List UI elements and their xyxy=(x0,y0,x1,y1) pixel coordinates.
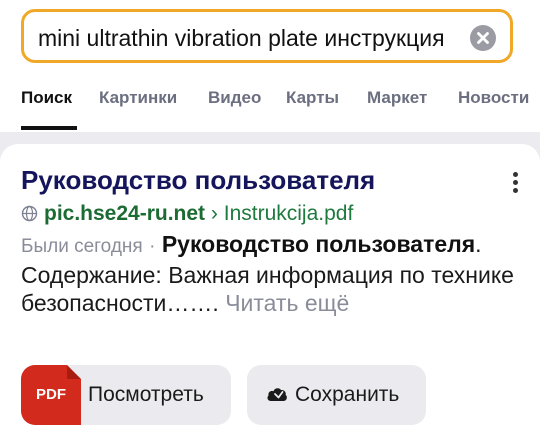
cloud-save-icon xyxy=(266,385,288,408)
tab-news[interactable]: Новости xyxy=(458,88,529,108)
read-more-link[interactable]: Читать ещё xyxy=(225,290,349,316)
clear-search-icon[interactable] xyxy=(470,25,496,51)
tab-images[interactable]: Картинки xyxy=(99,88,177,108)
tab-market[interactable]: Маркет xyxy=(367,88,427,108)
pdf-badge-label: PDF xyxy=(36,386,66,403)
more-options-icon[interactable] xyxy=(505,172,525,198)
search-input[interactable]: mini ultrathin vibration plate инструкци… xyxy=(38,24,454,52)
tab-maps[interactable]: Карты xyxy=(286,88,339,108)
save-button[interactable]: Сохранить xyxy=(247,365,426,425)
search-result-card: Руководство пользователя pic.hse24-ru.ne… xyxy=(0,144,540,446)
result-path: Instrukcija.pdf xyxy=(223,202,354,225)
view-button-label: Посмотреть xyxy=(88,383,204,406)
result-domain: pic.hse24-ru.net xyxy=(44,202,206,225)
breadcrumb-separator: › xyxy=(210,202,218,225)
dot-separator: · xyxy=(149,236,156,257)
search-bar[interactable]: mini ultrathin vibration plate инструкци… xyxy=(21,9,513,63)
result-snippet: Были сегодня · Руководство пользователя.… xyxy=(21,230,521,317)
pdf-file-icon: PDF xyxy=(21,365,81,425)
visited-label: Были сегодня xyxy=(21,236,143,257)
globe-icon xyxy=(21,202,38,230)
snippet-highlight: Руководство пользователя xyxy=(161,231,476,257)
save-button-label: Сохранить xyxy=(295,383,400,406)
view-button[interactable]: PDF Посмотреть xyxy=(21,365,231,425)
search-header: mini ultrathin vibration plate инструкци… xyxy=(0,0,540,132)
result-title[interactable]: Руководство пользователя xyxy=(21,164,375,196)
tab-search[interactable]: Поиск xyxy=(21,88,72,108)
active-tab-indicator xyxy=(21,126,77,130)
tab-video[interactable]: Видео xyxy=(208,88,261,108)
result-url[interactable]: pic.hse24-ru.net › Instrukcija.pdf xyxy=(21,200,353,230)
